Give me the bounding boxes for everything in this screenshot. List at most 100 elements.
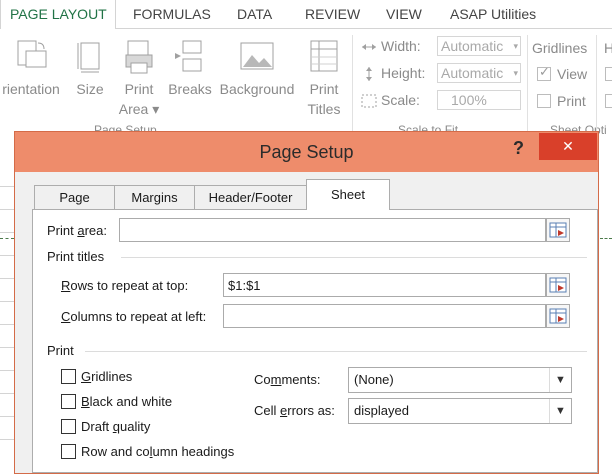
scale-icon: [361, 94, 377, 108]
rows-to-repeat-label: Rows to repeat at top:: [61, 278, 189, 293]
print-area-label-1: Print: [124, 81, 154, 97]
row-gridline: [0, 255, 14, 256]
dialog-body: Page Margins Header/Footer Sheet Print a…: [15, 172, 598, 473]
tab-page[interactable]: Page: [34, 185, 115, 209]
page-break-line: [600, 238, 612, 239]
gridlines-label: Gridlines: [81, 369, 133, 384]
rows-collapse-button[interactable]: [546, 273, 570, 297]
orientation-icon: [17, 40, 47, 68]
background-label: Background: [219, 81, 295, 97]
size-label: Size: [76, 81, 104, 97]
chevron-down-icon: ▼: [549, 399, 571, 423]
draft-quality-checkbox[interactable]: [61, 419, 76, 434]
tab-margins[interactable]: Margins: [114, 185, 195, 209]
row-gridline: [0, 186, 14, 187]
print-area-input[interactable]: [119, 218, 546, 242]
comments-select[interactable]: (None) ▼: [348, 367, 572, 393]
headings-title: H: [604, 40, 612, 56]
print-area-button[interactable]: Print Area ▾: [116, 39, 162, 119]
print-area-icon: [125, 40, 153, 74]
range-select-icon: [549, 308, 567, 324]
orientation-button[interactable]: rientation: [0, 39, 64, 99]
headings-view-checkbox[interactable]: [605, 67, 612, 81]
chevron-down-icon: ▾: [513, 68, 518, 78]
cell-errors-select[interactable]: displayed ▼: [348, 398, 572, 424]
help-button[interactable]: ?: [513, 136, 524, 160]
group-separator: [352, 35, 353, 131]
cell-errors-value: displayed: [354, 403, 409, 418]
scale-label: Scale:: [360, 89, 420, 111]
tab-header-footer[interactable]: Header/Footer: [194, 185, 307, 209]
comments-label: Comments:: [254, 372, 321, 387]
chevron-down-icon: ▼: [549, 368, 571, 392]
print-section: Print: [47, 343, 74, 358]
row-gridline: [0, 416, 14, 417]
row-gridline: [0, 324, 14, 325]
row-gridline: [0, 209, 14, 210]
headings-print-checkbox[interactable]: [605, 94, 612, 108]
gridlines-checkbox[interactable]: [61, 369, 76, 384]
gridlines-print-checkbox[interactable]: [537, 94, 551, 108]
dialog-titlebar[interactable]: Page Setup ? ✕: [15, 132, 598, 172]
gridlines-title: Gridlines: [532, 40, 588, 56]
orientation-label: rientation: [2, 81, 60, 97]
row-column-headings-checkbox[interactable]: [61, 444, 76, 459]
height-label: Height:: [360, 62, 425, 84]
gridlines-view-label: View: [557, 66, 588, 82]
print-titles-label-1: Print: [309, 81, 339, 97]
print-area-label: Print area:: [47, 223, 107, 238]
black-and-white-label: Black and white: [81, 394, 173, 409]
scale-value: 100%: [451, 92, 487, 108]
breaks-label: Breaks: [168, 81, 212, 97]
row-gridline: [0, 232, 14, 233]
tab-review[interactable]: REVIEW: [305, 0, 360, 29]
height-dropdown[interactable]: Automatic ▾: [437, 63, 521, 83]
tab-asap-utilities[interactable]: ASAP Utilities: [450, 0, 536, 29]
row-gridline: [0, 301, 14, 302]
comments-value: (None): [354, 372, 394, 387]
background-icon: [240, 42, 274, 70]
columns-to-repeat-label: Columns to repeat at left:: [61, 309, 207, 324]
sheet-tab-panel: Print area: Print titles Rows to repeat …: [32, 209, 598, 473]
tab-sheet[interactable]: Sheet: [306, 179, 390, 210]
print-titles-icon: [310, 40, 338, 72]
section-divider: [85, 351, 587, 352]
print-titles-button[interactable]: Print Titles: [302, 39, 346, 119]
range-select-icon: [549, 277, 567, 293]
tab-page-layout[interactable]: PAGE LAYOUT: [0, 0, 116, 30]
background-button[interactable]: Background: [216, 39, 298, 99]
dialog-title: Page Setup: [259, 142, 354, 162]
print-titles-label-2: Titles: [307, 101, 341, 117]
tab-formulas[interactable]: FORMULAS: [133, 0, 211, 29]
close-button[interactable]: ✕: [539, 133, 597, 160]
columns-to-repeat-input[interactable]: [223, 304, 546, 328]
range-select-icon: [549, 222, 567, 238]
print-area-collapse-button[interactable]: [546, 218, 570, 242]
width-label: Width:: [360, 35, 421, 57]
close-icon: ✕: [562, 138, 574, 154]
gridlines-view-checkbox[interactable]: [537, 64, 551, 81]
columns-collapse-button[interactable]: [546, 304, 570, 328]
gridlines-print-label: Print: [557, 93, 586, 109]
width-icon: [362, 44, 376, 51]
row-gridline: [0, 278, 14, 279]
size-button[interactable]: Size: [70, 39, 110, 99]
page-break-line: [0, 238, 14, 239]
group-separator: [596, 35, 597, 131]
scale-spinner[interactable]: 100%: [437, 90, 521, 110]
ribbon-body: rientation Size Print Area ▾ Breaks Back…: [0, 29, 612, 139]
row-gridline: [0, 393, 14, 394]
black-and-white-checkbox[interactable]: [61, 394, 76, 409]
tab-data[interactable]: DATA: [237, 0, 272, 29]
page-setup-dialog: Page Setup ? ✕ Page Margins Header/Foote…: [14, 131, 599, 474]
tab-view[interactable]: VIEW: [386, 0, 422, 29]
ribbon-tab-bar: PAGE LAYOUT FORMULAS DATA REVIEW VIEW AS…: [0, 0, 612, 30]
row-gridline: [0, 370, 14, 371]
breaks-button[interactable]: Breaks: [166, 39, 214, 99]
width-dropdown[interactable]: Automatic ▾: [437, 36, 521, 56]
size-icon: [77, 42, 100, 73]
group-separator: [527, 35, 528, 131]
height-icon: [366, 67, 372, 82]
rows-to-repeat-input[interactable]: [223, 273, 546, 297]
cell-errors-label: Cell errors as:: [254, 403, 335, 418]
